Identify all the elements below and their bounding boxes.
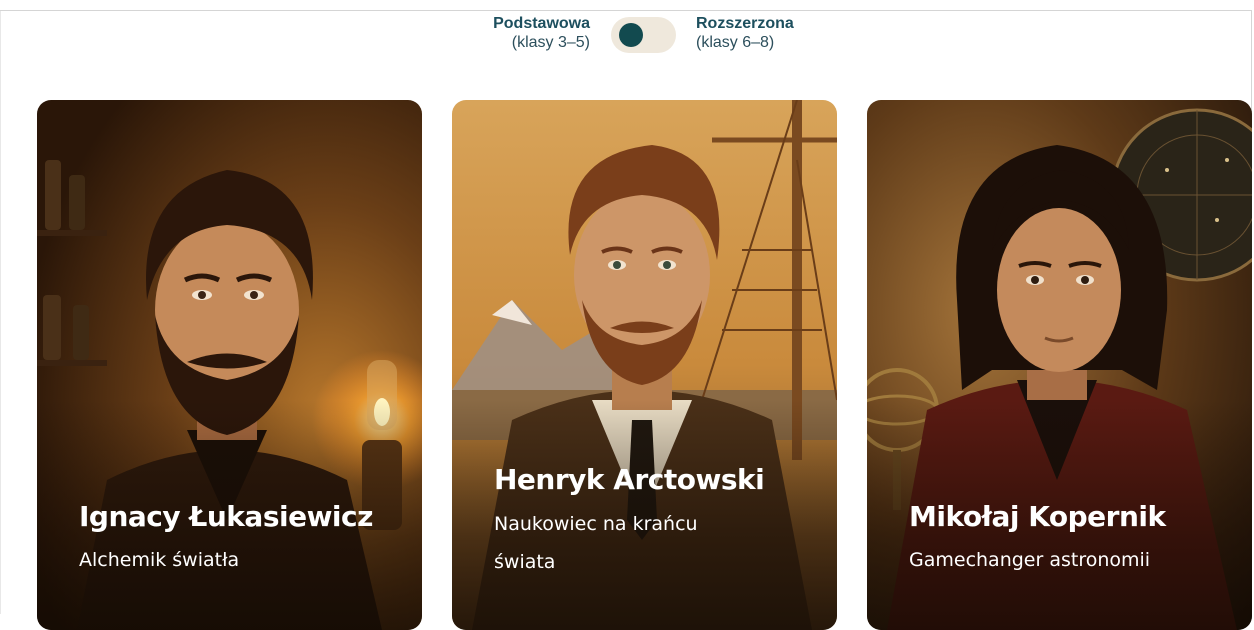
card-tagline: Gamechanger astronomii <box>909 549 1151 571</box>
option-basic-title: Podstawowa <box>493 15 590 32</box>
option-basic-subtitle: (klasy 3–5) <box>511 34 590 51</box>
option-extended-title: Rozszerzona <box>696 15 794 32</box>
card-lukasiewicz[interactable]: Ignacy Łukasiewicz Alchemik światła <box>37 100 422 630</box>
card-tagline-line1: Naukowiec na krańcu <box>494 513 698 535</box>
card-name: Mikołaj Kopernik <box>909 500 1166 533</box>
toggle-knob <box>619 23 643 47</box>
level-switch: Podstawowa (klasy 3–5) Rozszerzona (klas… <box>0 14 1254 64</box>
option-extended[interactable]: Rozszerzona (klasy 6–8) <box>696 14 794 52</box>
level-toggle[interactable] <box>611 17 676 53</box>
card-arctowski[interactable]: Henryk Arctowski Naukowiec na krańcu świ… <box>452 100 837 630</box>
card-kopernik[interactable]: Mikołaj Kopernik Gamechanger astronomii <box>867 100 1252 630</box>
card-tagline: Alchemik światła <box>79 549 240 571</box>
option-basic[interactable]: Podstawowa (klasy 3–5) <box>493 14 590 52</box>
card-name: Ignacy Łukasiewicz <box>79 500 373 533</box>
card-tagline-line2: świata <box>494 551 556 573</box>
card-name: Henryk Arctowski <box>494 463 765 496</box>
option-extended-subtitle: (klasy 6–8) <box>696 34 775 51</box>
